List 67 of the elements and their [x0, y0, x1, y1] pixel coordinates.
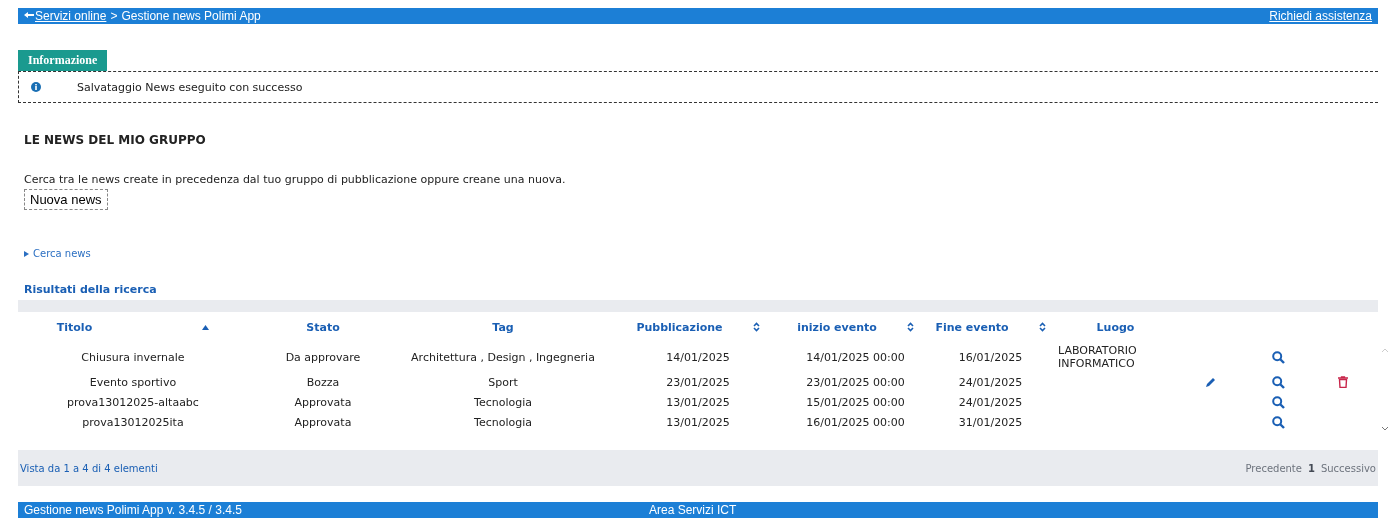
column-header: Stato [306, 320, 340, 334]
table-cell-text: 13/01/2025 [665, 414, 731, 431]
view-button[interactable] [1271, 375, 1285, 389]
search-icon [1271, 375, 1285, 389]
table-cell-text: Evento sportivo [88, 374, 178, 391]
delete-button[interactable] [1338, 376, 1348, 388]
results-title: Risultati della ricerca [24, 283, 158, 296]
pagination-link[interactable]: Precedente [1245, 462, 1302, 474]
table-cell-text: Da approvare [284, 349, 362, 366]
footer-center-text: Area Servizi ICT [649, 503, 737, 517]
table-cell-text: Bozza [305, 374, 341, 391]
table-cell-text: 16/01/2025 00:00 [805, 414, 906, 431]
table-cell-text: Tecnologia [473, 394, 533, 411]
table-cell-text: Approvata [293, 394, 353, 411]
table-cell-text: 23/01/2025 00:00 [805, 374, 906, 391]
info-icon [31, 82, 41, 92]
search-toggle-link[interactable]: Cerca news [24, 248, 91, 259]
message-text: Salvataggio News eseguito con successo [77, 80, 303, 94]
table-cell-text: Sport [487, 374, 519, 391]
view-button[interactable] [1271, 415, 1285, 429]
section-description: Cerca tra le news create in precedenza dal tuo gruppo di pubblicazione oppure creane una nuova. [24, 173, 567, 186]
table-cell-text: Architettura , Design , Ingegneria [410, 349, 596, 366]
table-cell-text: Tecnologia [473, 414, 533, 431]
table-cell-text: prova13012025ita [81, 414, 185, 431]
table-cell-text: 24/01/2025 [957, 374, 1024, 391]
new-news-button[interactable]: Nuova news [24, 189, 108, 210]
table-cell-text: 24/01/2025 [957, 394, 1024, 411]
breadcrumb-current: Gestione news Polimi App [121, 9, 261, 23]
column-header[interactable]: Fine evento [935, 320, 1009, 334]
table-cell-text: 16/01/2025 [957, 349, 1024, 366]
table-cell-text: 13/01/2025 [665, 394, 731, 411]
table-cell-text: Approvata [293, 414, 353, 431]
sort-icon[interactable] [1038, 322, 1046, 332]
results-summary: Vista da 1 a 4 di 4 elementi [20, 462, 158, 474]
table-cell-text: 14/01/2025 [665, 349, 731, 366]
pagination-link[interactable]: Successivo [1320, 462, 1376, 474]
search-icon [1271, 415, 1285, 429]
section-title: LE NEWS DEL MIO GRUPPO [24, 133, 207, 147]
triangle-icon[interactable] [24, 250, 29, 257]
view-button[interactable] [1271, 395, 1285, 409]
search-icon [1271, 350, 1285, 364]
column-header[interactable]: inizio evento [797, 320, 877, 334]
table-cell-text: prova13012025-altaabc [66, 394, 200, 411]
column-header: Tag [492, 320, 514, 334]
pagination-link[interactable]: 1 [1307, 462, 1315, 474]
table-cell-text: 14/01/2025 00:00 [805, 349, 906, 366]
version-text: Gestione news Polimi App v. 3.4.5 / 3.4.5 [24, 503, 243, 517]
column-header[interactable]: Titolo [56, 320, 93, 334]
column-header[interactable]: Pubblicazione [636, 320, 723, 334]
sort-icon[interactable] [906, 322, 914, 332]
table-cell-text: 23/01/2025 [665, 374, 731, 391]
trash-icon [1338, 376, 1348, 388]
back-link[interactable]: Servizi online [24, 9, 107, 23]
edit-button[interactable] [1205, 376, 1216, 388]
breadcrumb-separator: > [110, 9, 118, 23]
sort-icon[interactable] [752, 322, 760, 332]
table-cell-text: 15/01/2025 00:00 [805, 394, 906, 411]
column-header: Luogo [1096, 320, 1135, 334]
table-cell-text: LABORATORIO INFORMATICO [1058, 343, 1138, 372]
view-button[interactable] [1271, 350, 1285, 364]
sort-up-icon[interactable] [202, 324, 210, 330]
table-cell-text: Chiusura invernale [80, 349, 186, 366]
table-cell-text: 31/01/2025 [957, 414, 1024, 431]
pencil-icon [1205, 376, 1216, 388]
help-link[interactable]: Richiedi assistenza [1269, 9, 1372, 23]
back-arrow-icon[interactable] [24, 12, 34, 20]
search-icon [1271, 395, 1285, 409]
